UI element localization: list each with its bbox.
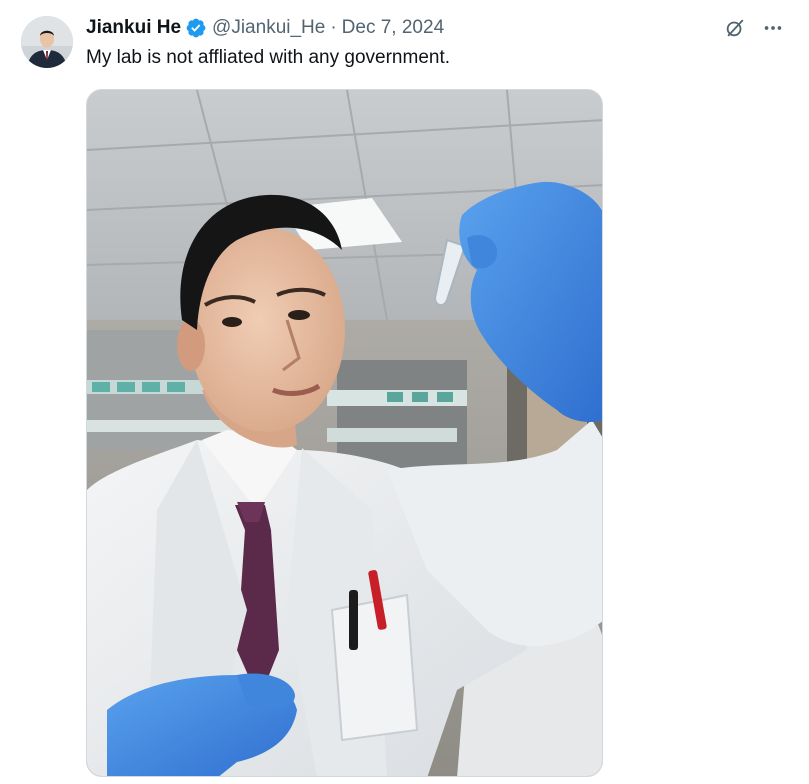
lab-photo: [87, 90, 602, 776]
avatar[interactable]: [21, 16, 73, 68]
tweet-actions: [723, 16, 785, 40]
author-name[interactable]: Jiankui He: [86, 17, 181, 39]
more-icon[interactable]: [761, 16, 785, 40]
tweet-header: Jiankui He @Jiankui_He · Dec 7, 2024: [86, 15, 444, 41]
verified-badge-icon[interactable]: [185, 17, 207, 39]
tweet-date[interactable]: Dec 7, 2024: [342, 17, 444, 39]
tweet-photo[interactable]: [86, 89, 603, 777]
tweet-text: My lab is not affliated with any governm…: [86, 47, 451, 68]
header-separator: ·: [330, 17, 337, 38]
grok-icon[interactable]: [723, 16, 747, 40]
tweet: Jiankui He @Jiankui_He · Dec 7, 2024 My: [0, 0, 809, 784]
author-handle[interactable]: @Jiankui_He: [212, 17, 325, 39]
